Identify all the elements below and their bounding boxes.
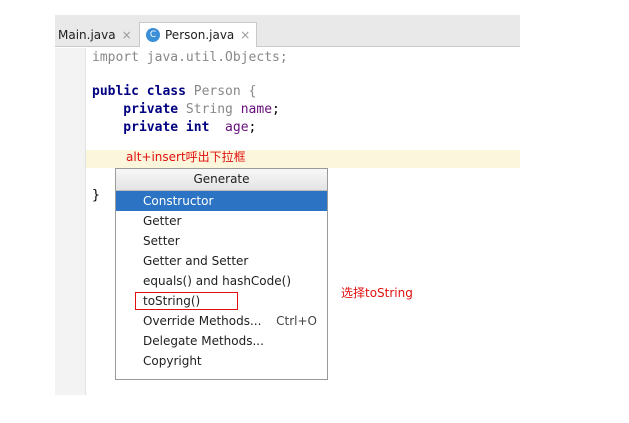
annotation-alt-insert: alt+insert呼出下拉框	[126, 150, 246, 164]
close-icon[interactable]: ×	[240, 28, 250, 42]
menu-item-override-methods[interactable]: Override Methods... Ctrl+O	[116, 311, 327, 331]
highlight-box	[135, 292, 238, 310]
close-icon[interactable]: ×	[122, 28, 132, 42]
code-line-import: import java.util.Objects;	[92, 50, 288, 65]
tab-main-java[interactable]: Main.java ×	[58, 23, 132, 47]
menu-item-tostring[interactable]: toString()	[116, 291, 327, 311]
line-gutter	[55, 48, 86, 395]
annotation-select-tostring: 选择toString	[341, 286, 413, 300]
class-icon: C	[146, 27, 160, 42]
menu-item-getter-and-setter[interactable]: Getter and Setter	[116, 251, 327, 271]
shortcut-label: Ctrl+O	[276, 314, 317, 328]
tab-label: Main.java	[58, 28, 116, 42]
menu-item-copyright[interactable]: Copyright	[116, 351, 327, 371]
tab-person-java[interactable]: C Person.java ×	[139, 22, 258, 47]
code-line-class: public class Person {	[92, 84, 257, 99]
code-line-field-age: private int age;	[92, 120, 257, 135]
menu-item-getter[interactable]: Getter	[116, 211, 327, 231]
menu-item-equals-hashcode[interactable]: equals() and hashCode()	[116, 271, 327, 291]
code-line-field-name: private String name;	[92, 102, 280, 117]
popup-title: Generate	[116, 169, 327, 191]
code-line-closing-brace: }	[92, 188, 100, 203]
generate-popup: Generate Constructor Getter Setter Gette…	[115, 168, 328, 380]
menu-item-delegate-methods[interactable]: Delegate Methods...	[116, 331, 327, 351]
menu-item-setter[interactable]: Setter	[116, 231, 327, 251]
tab-label: Person.java	[165, 28, 235, 42]
menu-item-constructor[interactable]: Constructor	[116, 191, 327, 211]
editor-tab-bar: Main.java × C Person.java ×	[55, 15, 520, 47]
